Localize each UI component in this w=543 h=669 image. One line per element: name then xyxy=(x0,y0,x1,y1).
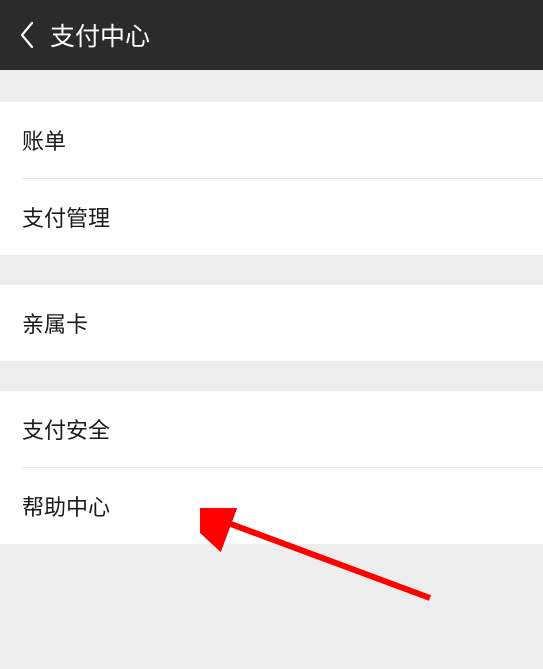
header-bar: 支付中心 xyxy=(0,0,543,70)
page-title: 支付中心 xyxy=(50,17,150,53)
menu-item-bills[interactable]: 账单 xyxy=(0,102,543,178)
menu-item-label: 支付管理 xyxy=(22,201,110,233)
menu-item-help-center[interactable]: 帮助中心 xyxy=(0,468,543,544)
section-2: 亲属卡 xyxy=(0,285,543,361)
menu-item-label: 帮助中心 xyxy=(22,490,110,522)
section-gap xyxy=(0,361,543,391)
menu-item-label: 支付安全 xyxy=(22,413,110,445)
menu-item-label: 账单 xyxy=(22,124,66,156)
menu-item-payment-security[interactable]: 支付安全 xyxy=(0,391,543,467)
section-gap xyxy=(0,255,543,285)
section-3: 支付安全 帮助中心 xyxy=(0,391,543,544)
section-gap xyxy=(0,70,543,102)
menu-item-payment-management[interactable]: 支付管理 xyxy=(0,179,543,255)
section-1: 账单 支付管理 xyxy=(0,102,543,255)
menu-item-family-card[interactable]: 亲属卡 xyxy=(0,285,543,361)
menu-item-label: 亲属卡 xyxy=(22,307,88,339)
back-icon[interactable] xyxy=(12,20,42,50)
